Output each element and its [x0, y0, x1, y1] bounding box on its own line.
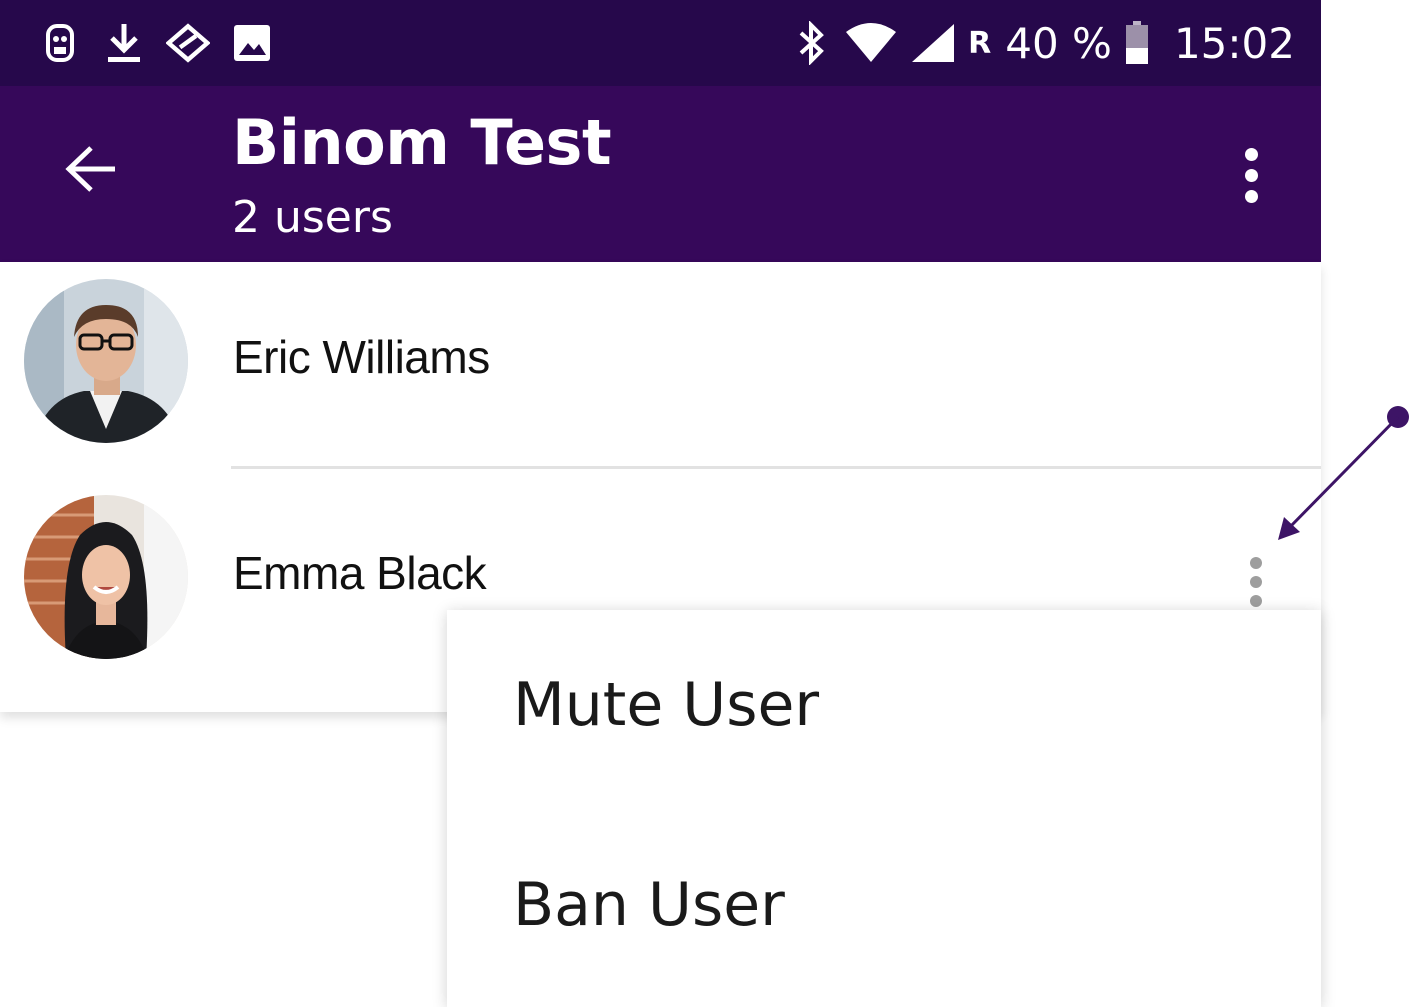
more-vert-icon-dot [1250, 576, 1262, 588]
app-bar: Binom Test 2 users [0, 86, 1321, 262]
more-vert-icon-dot [1250, 557, 1262, 569]
list-item[interactable]: Eric Williams [0, 262, 1321, 469]
overflow-menu-button[interactable] [1226, 140, 1276, 210]
page-subtitle: 2 users [232, 192, 393, 243]
menu-item-mute-user[interactable]: Mute User [447, 610, 1321, 800]
arrow-back-icon [65, 146, 115, 192]
user-context-menu: Mute User Ban User [447, 610, 1321, 1007]
status-bar: R 40 % 15:02 [0, 0, 1321, 86]
sync-icon [166, 21, 210, 65]
roaming-indicator: R [968, 25, 992, 61]
back-button[interactable] [56, 134, 126, 204]
image-icon [230, 21, 274, 65]
more-vert-icon-dot [1244, 168, 1258, 182]
bluetooth-icon [790, 21, 834, 65]
annotation-arrow-icon [1278, 406, 1409, 540]
cell-signal-icon [908, 21, 958, 65]
battery-percentage: 40 % [1005, 18, 1112, 68]
wifi-icon [844, 21, 898, 65]
more-vert-icon-dot [1244, 147, 1258, 161]
clock: 15:02 [1173, 18, 1295, 68]
avatar [24, 495, 188, 659]
more-vert-icon-dot [1244, 189, 1258, 203]
divider [231, 466, 1321, 469]
avatar [24, 279, 188, 443]
battery-icon [1122, 21, 1152, 65]
more-vert-icon-dot [1250, 595, 1262, 607]
app-notification-icon [38, 21, 82, 65]
download-icon [102, 21, 146, 65]
page-title: Binom Test [232, 106, 612, 179]
user-name: Eric Williams [233, 331, 490, 383]
user-name: Emma Black [233, 547, 487, 599]
status-bar-left-icons [38, 18, 274, 68]
status-bar-right: R 40 % 15:02 [790, 14, 1295, 72]
menu-item-ban-user[interactable]: Ban User [447, 810, 1321, 1000]
